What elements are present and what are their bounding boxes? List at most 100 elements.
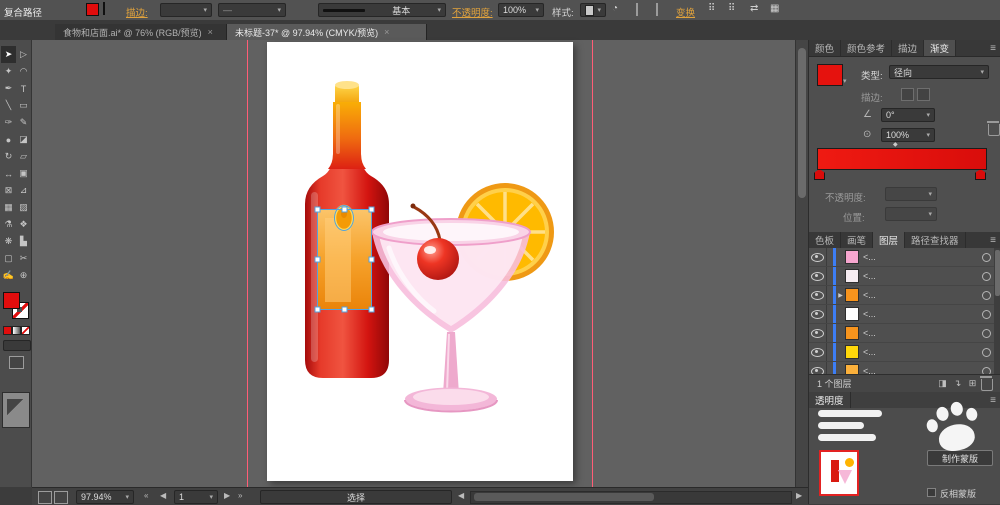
new-sublayer-icon[interactable]: ↴ [951,377,964,390]
panel-menu-icon[interactable]: ≡ [985,392,1000,408]
tool-hand[interactable]: ✍ [1,267,16,284]
vertical-scrollbar[interactable] [795,40,809,487]
stroke-weight-select[interactable]: ▾ [160,3,212,17]
target-icon[interactable] [982,347,991,357]
close-icon[interactable]: × [208,27,213,37]
layer-name[interactable]: <... [863,271,982,281]
width-profile-select[interactable]: — ▾ [218,3,286,17]
tool-column-graph[interactable]: ▙ [16,233,31,250]
layer-row[interactable]: <... [809,343,1000,362]
visibility-toggle[interactable] [809,305,827,323]
tab-swatches[interactable]: 色板 [809,232,842,248]
screen-mode-button[interactable] [9,356,24,369]
tool-pencil[interactable]: ✎ [16,114,31,131]
stroke-gradient-along-icon[interactable] [917,88,930,101]
gradient-type-select[interactable]: 径向 ▾ [889,65,989,79]
gradient-mode-button[interactable] [12,326,21,335]
align-grid-icon[interactable]: ⠿ [708,4,715,14]
gradient-midpoint-icon[interactable]: ◆ [893,141,898,148]
opacity-panel-link[interactable]: 不透明度: [452,5,493,19]
draw-mode-buttons[interactable] [3,340,31,351]
prev-artboard-icon[interactable]: ◀ [160,491,166,500]
stop-opacity-select[interactable]: ▾ [885,187,937,201]
style-select[interactable]: ▾ [580,3,606,17]
tab-brushes[interactable]: 画笔 [841,232,874,248]
artboard-nav-select[interactable]: 1 ▾ [174,490,218,504]
expand-icon[interactable]: ▶ [836,292,845,299]
visibility-toggle[interactable] [809,286,827,304]
transform-panel-link[interactable]: 变换 [676,5,695,19]
layer-row[interactable]: <... [809,248,1000,267]
distribute-grid-icon[interactable]: ⠿ [728,4,735,14]
tab-transparency[interactable]: 透明度 [809,392,851,408]
layer-name[interactable]: <... [863,328,982,338]
none-mode-button[interactable] [21,326,30,335]
tool-direct-selection[interactable]: ▷ [16,46,31,63]
scrollbar-thumb[interactable] [995,250,1000,296]
tool-artboard[interactable]: ▢ [1,250,16,267]
artboard[interactable] [267,42,573,481]
delete-stop-trash-icon[interactable] [987,121,1000,136]
tool-blend[interactable]: ❖ [16,216,31,233]
status-icon-2[interactable] [54,491,68,504]
tab-gradient[interactable]: 渐变 [924,40,957,56]
next-artboard-icon[interactable]: ▶ [224,491,230,500]
layer-name[interactable]: <... [863,347,982,357]
gradient-slider-bar[interactable] [817,148,987,170]
tool-width[interactable]: ↔ [1,165,16,182]
horizontal-scrollbar[interactable] [470,491,792,504]
stroke-panel-link[interactable]: 描边: [126,5,148,19]
hscroll-right-icon[interactable]: ▶ [796,491,802,500]
tool-pen[interactable]: ✒ [1,80,16,97]
visibility-toggle[interactable] [809,267,827,285]
tool-zoom[interactable]: ⊕ [16,267,31,284]
tool-type[interactable]: T [16,80,31,97]
make-clip-mask-icon[interactable]: ◨ [936,377,949,390]
panel-menu-icon[interactable]: ≡ [985,232,1000,248]
layer-name[interactable]: <... [863,309,982,319]
tab-color[interactable]: 颜色 [809,40,842,56]
hscroll-left-icon[interactable]: ◀ [458,491,464,500]
tab-layers[interactable]: 图层 [873,232,906,248]
collapsed-panel-thumbnail[interactable] [2,392,30,428]
target-icon[interactable] [982,252,991,262]
make-mask-button[interactable]: 制作蒙版 [927,450,993,466]
stop-location-select[interactable]: ▾ [885,207,937,221]
tool-gradient[interactable]: ▨ [16,199,31,216]
tool-paintbrush[interactable]: ✑ [1,114,16,131]
glass-stem-base[interactable] [404,332,498,413]
delete-layer-trash-icon[interactable] [980,375,993,391]
bottle-label[interactable] [318,204,371,310]
fill-color-indicator[interactable] [3,292,20,309]
tool-shape-builder[interactable]: ⊠ [1,182,16,199]
opacity-input[interactable]: 100% ▾ [498,3,544,17]
gradient-angle-input[interactable]: 0° ▾ [881,108,935,122]
visibility-toggle[interactable] [809,324,827,342]
zoom-select[interactable]: 97.94% ▾ [76,490,134,504]
tool-magic-wand[interactable]: ✦ [1,63,16,80]
layer-name[interactable]: <... [863,252,982,262]
gradient-stop-left[interactable] [814,169,825,180]
tool-mesh[interactable]: ▦ [1,199,16,216]
tab-color-guide[interactable]: 颜色参考 [841,40,893,56]
tool-lasso[interactable]: ◠ [16,63,31,80]
layer-name[interactable]: <... [863,290,982,300]
status-icon-1[interactable] [38,491,52,504]
invert-mask-checkbox[interactable] [927,488,936,497]
tab-pathfinder[interactable]: 路径查找器 [905,232,966,248]
panel-options-icon[interactable]: ▦ [770,4,779,14]
recolor-artwork-icon[interactable]: ◔ [612,4,618,14]
layer-row[interactable]: <... [809,305,1000,324]
target-icon[interactable] [982,328,991,338]
color-mode-button[interactable] [3,326,12,335]
tool-rotate[interactable]: ↻ [1,148,16,165]
tool-free-transform[interactable]: ▣ [16,165,31,182]
gradient-swatch[interactable] [817,64,843,86]
stroke-gradient-within-icon[interactable] [901,88,914,101]
first-artboard-icon[interactable]: « [144,491,148,500]
visibility-toggle[interactable] [809,343,827,361]
close-icon[interactable]: × [384,27,389,37]
tool-eraser[interactable]: ◪ [16,131,31,148]
tool-rectangle[interactable]: ▭ [16,97,31,114]
tab-stroke[interactable]: 描边 [892,40,925,56]
